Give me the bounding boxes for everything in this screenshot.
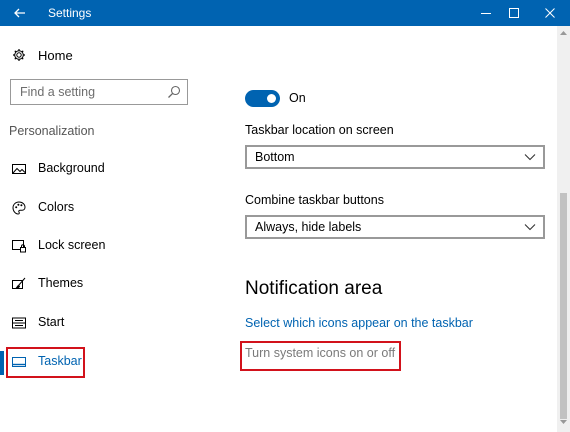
select-taskbar-icons-link[interactable]: Select which icons appear on the taskbar	[245, 316, 473, 330]
notification-area-heading: Notification area	[245, 278, 383, 299]
start-menu-icon	[12, 316, 26, 330]
themes-brush-icon	[12, 277, 26, 291]
lock-screen-icon	[12, 239, 26, 253]
sidebar: Home Personalization Background Colors	[0, 26, 200, 432]
sidebar-item-label: Colors	[38, 200, 75, 214]
taskbar-location-select[interactable]: Bottom	[245, 145, 545, 169]
home-nav-item[interactable]: Home	[12, 45, 73, 65]
search-box[interactable]	[10, 79, 188, 105]
sidebar-item-background[interactable]: Background	[0, 154, 200, 184]
sidebar-item-start[interactable]: Start	[0, 308, 200, 338]
title-bar: Settings	[0, 0, 570, 26]
highlight-annotation-system-icons	[240, 341, 401, 371]
scroll-down-arrow-icon[interactable]	[559, 418, 568, 426]
home-label: Home	[38, 47, 73, 63]
section-label-personalization: Personalization	[9, 124, 95, 138]
sidebar-item-label: Themes	[38, 276, 84, 290]
search-icon[interactable]	[167, 85, 181, 99]
palette-icon	[12, 201, 26, 215]
gear-icon	[12, 48, 26, 62]
sidebar-item-label: Lock screen	[38, 238, 106, 252]
sidebar-item-lock-screen[interactable]: Lock screen	[0, 231, 200, 261]
maximize-button[interactable]	[497, 0, 531, 26]
back-arrow-icon	[14, 8, 25, 18]
active-indicator	[0, 351, 4, 375]
chevron-down-icon	[524, 154, 536, 161]
picture-icon	[12, 162, 26, 176]
combine-buttons-select[interactable]: Always, hide labels	[245, 215, 545, 239]
close-icon	[545, 8, 555, 18]
close-button[interactable]	[533, 0, 567, 26]
chevron-down-icon	[524, 224, 536, 231]
taskbar-location-value: Bottom	[255, 150, 295, 164]
sidebar-item-label: Start	[38, 315, 65, 329]
maximize-icon	[509, 8, 519, 18]
sidebar-item-colors[interactable]: Colors	[0, 193, 200, 223]
combine-buttons-label: Combine taskbar buttons	[245, 193, 384, 207]
scroll-up-arrow-icon[interactable]	[559, 29, 568, 37]
search-input[interactable]	[11, 80, 161, 104]
sidebar-item-themes[interactable]: Themes	[0, 269, 200, 299]
taskbar-location-label: Taskbar location on screen	[245, 123, 394, 137]
back-button[interactable]	[0, 0, 40, 26]
vertical-scrollbar[interactable]	[557, 26, 570, 432]
taskbar-toggle-switch[interactable]	[245, 90, 280, 107]
scrollbar-thumb[interactable]	[560, 193, 567, 419]
sidebar-item-label: Background	[38, 161, 105, 175]
main-content: On Taskbar location on screen Bottom Com…	[200, 26, 570, 432]
toggle-knob	[267, 94, 276, 103]
highlight-annotation-taskbar	[6, 347, 85, 378]
minimize-icon	[481, 13, 491, 14]
window-title: Settings	[48, 6, 92, 20]
combine-buttons-value: Always, hide labels	[255, 220, 362, 234]
toggle-state-label: On	[289, 91, 306, 105]
